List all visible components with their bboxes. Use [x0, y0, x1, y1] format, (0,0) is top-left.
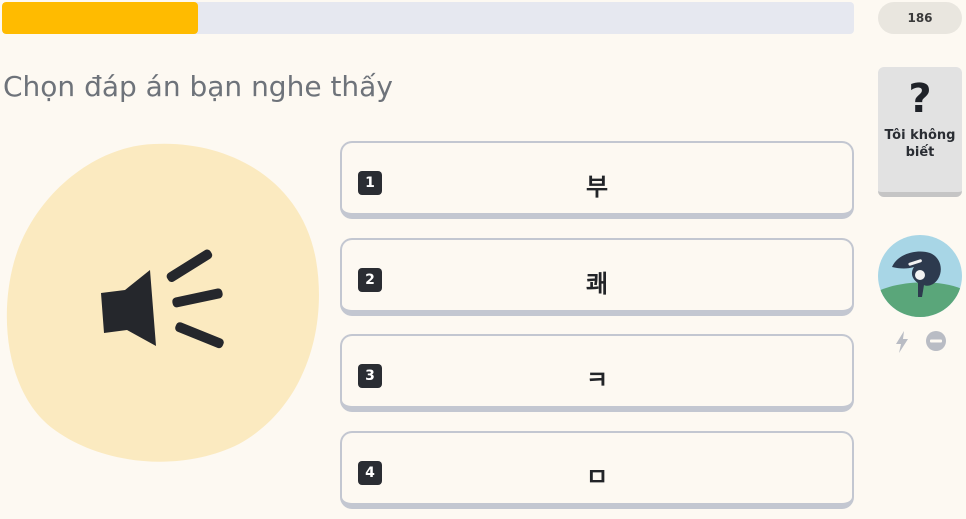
score-badge: 186 [878, 2, 962, 34]
question-icon: ? [908, 76, 932, 122]
option-label: 쾌 [585, 270, 609, 298]
play-audio-button[interactable] [4, 140, 322, 462]
progress-bar [2, 2, 854, 34]
status-icons [892, 330, 952, 354]
progress-fill [2, 2, 198, 34]
lightning-icon [896, 331, 908, 353]
answer-option-2[interactable]: 2 쾌 [340, 238, 854, 316]
avatar[interactable] [878, 235, 962, 317]
answer-option-4[interactable]: 4 ㅁ [340, 431, 854, 509]
prompt-text: Chọn đáp án bạn nghe thấy [3, 70, 393, 103]
answer-option-1[interactable]: 1 부 [340, 141, 854, 219]
dont-know-label: Tôi không biết [884, 128, 956, 160]
minus-circle-icon [926, 331, 946, 351]
quiz-page: 186 Chọn đáp án bạn nghe thấy 1 부 2 쾌 3 … [0, 0, 966, 519]
dont-know-button[interactable]: ? Tôi không biết [878, 67, 962, 197]
audio-blob-shape [6, 143, 319, 462]
answer-option-3[interactable]: 3 ㅋ [340, 334, 854, 412]
option-label: ㅁ [585, 463, 609, 491]
option-label: ㅋ [585, 366, 609, 394]
option-label: 부 [585, 173, 609, 201]
